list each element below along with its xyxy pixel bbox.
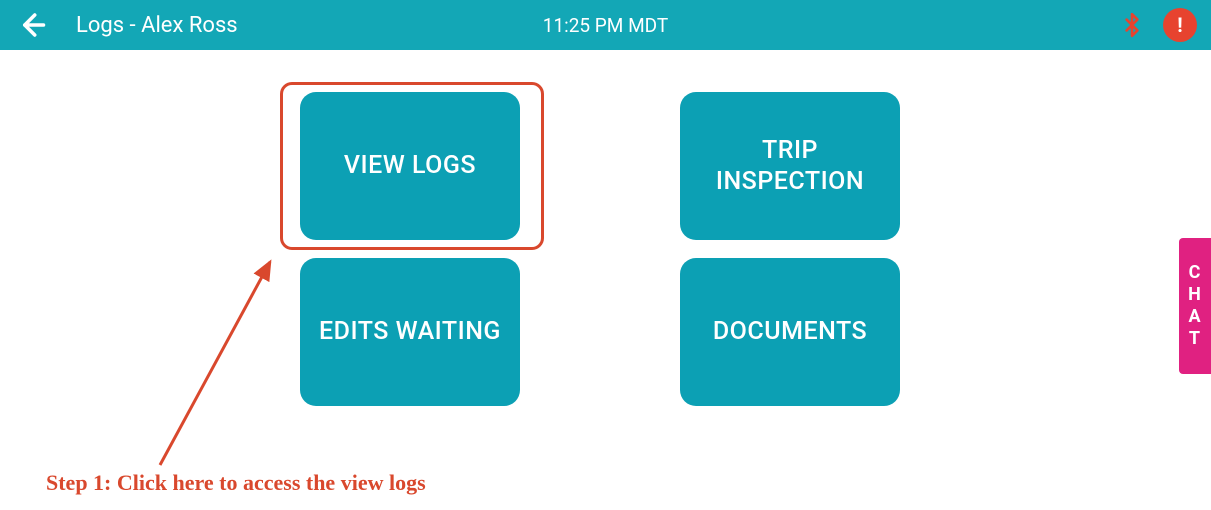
top-bar: Logs - Alex Ross 11:25 PM MDT !: [0, 0, 1211, 50]
view-logs-button[interactable]: VIEW LOGS: [300, 92, 520, 240]
chat-letter: H: [1188, 286, 1202, 304]
tile-grid: VIEW LOGS TRIP INSPECTION EDITS WAITING …: [300, 92, 900, 406]
chat-letter: T: [1189, 330, 1201, 348]
edits-waiting-button[interactable]: EDITS WAITING: [300, 258, 520, 406]
chat-letter: A: [1188, 308, 1201, 326]
documents-button[interactable]: DOCUMENTS: [680, 258, 900, 406]
tile-label: EDITS WAITING: [319, 316, 501, 347]
page-title: Logs - Alex Ross: [76, 13, 238, 38]
chat-letter: C: [1189, 264, 1202, 282]
content-area: VIEW LOGS TRIP INSPECTION EDITS WAITING …: [0, 50, 1211, 510]
annotation-arrow-icon: [140, 250, 310, 480]
tile-label: TRIP INSPECTION: [696, 135, 884, 198]
trip-inspection-button[interactable]: TRIP INSPECTION: [680, 92, 900, 240]
topbar-right-icons: !: [1119, 8, 1197, 42]
clock-label: 11:25 PM MDT: [543, 14, 668, 37]
chat-tab-button[interactable]: C H A T: [1179, 238, 1211, 374]
tile-label: DOCUMENTS: [713, 316, 867, 347]
back-arrow-icon[interactable]: [14, 8, 48, 42]
alert-label: !: [1177, 13, 1182, 37]
alert-icon[interactable]: !: [1163, 8, 1197, 42]
tile-label: VIEW LOGS: [344, 150, 476, 181]
annotation-step-text: Step 1: Click here to access the view lo…: [46, 470, 426, 496]
bluetooth-icon[interactable]: [1119, 10, 1145, 40]
